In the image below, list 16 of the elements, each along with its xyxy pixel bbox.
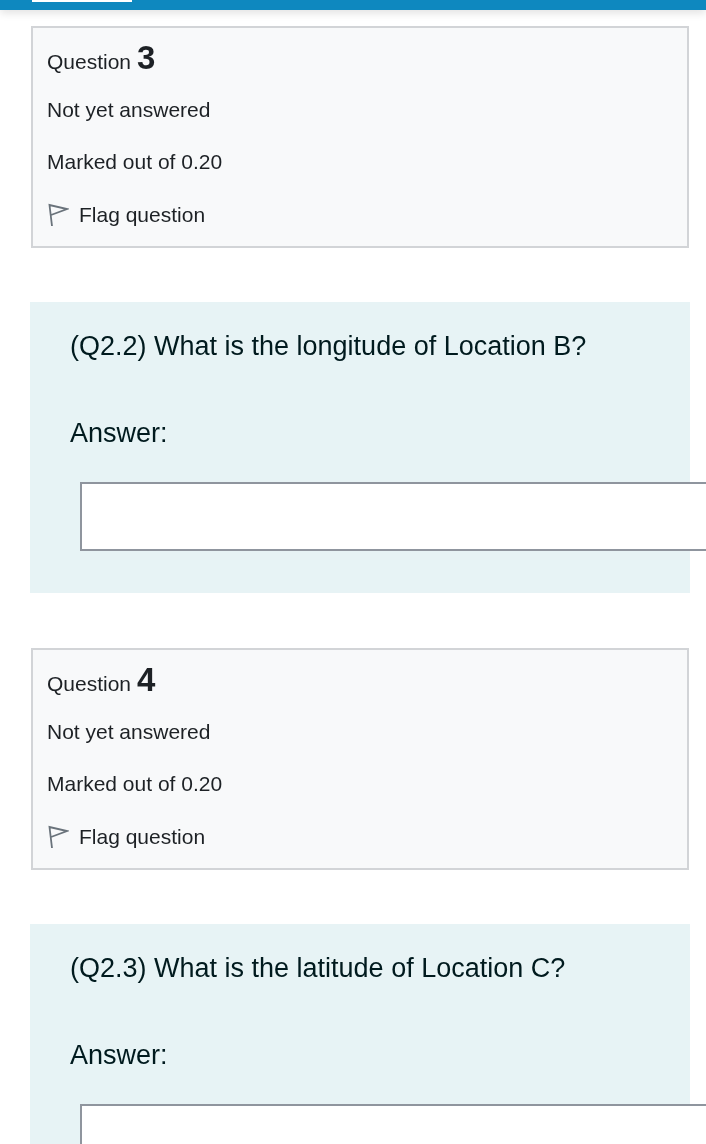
answer-label: Answer: bbox=[70, 417, 168, 450]
answer-label: Answer: bbox=[70, 1039, 168, 1072]
answer-status: Not yet answered bbox=[47, 98, 211, 121]
question-label: Question bbox=[47, 49, 132, 75]
flag-question-button[interactable]: Flag question bbox=[47, 824, 206, 850]
flag-question-button[interactable]: Flag question bbox=[47, 202, 206, 228]
question-number: 3 bbox=[137, 38, 156, 78]
question-label: Question bbox=[47, 671, 132, 697]
marks-text: Marked out of 0.20 bbox=[47, 772, 223, 795]
question-text: (Q2.3) What is the latitude of Location C? bbox=[70, 952, 566, 985]
question-number: 4 bbox=[137, 660, 156, 700]
answer-input[interactable] bbox=[80, 1104, 706, 1144]
answer-input[interactable] bbox=[80, 482, 706, 551]
marks-text: Marked out of 0.20 bbox=[47, 150, 223, 173]
question-text: (Q2.2) What is the longitude of Location B? bbox=[70, 330, 587, 363]
answer-status: Not yet answered bbox=[47, 720, 211, 743]
